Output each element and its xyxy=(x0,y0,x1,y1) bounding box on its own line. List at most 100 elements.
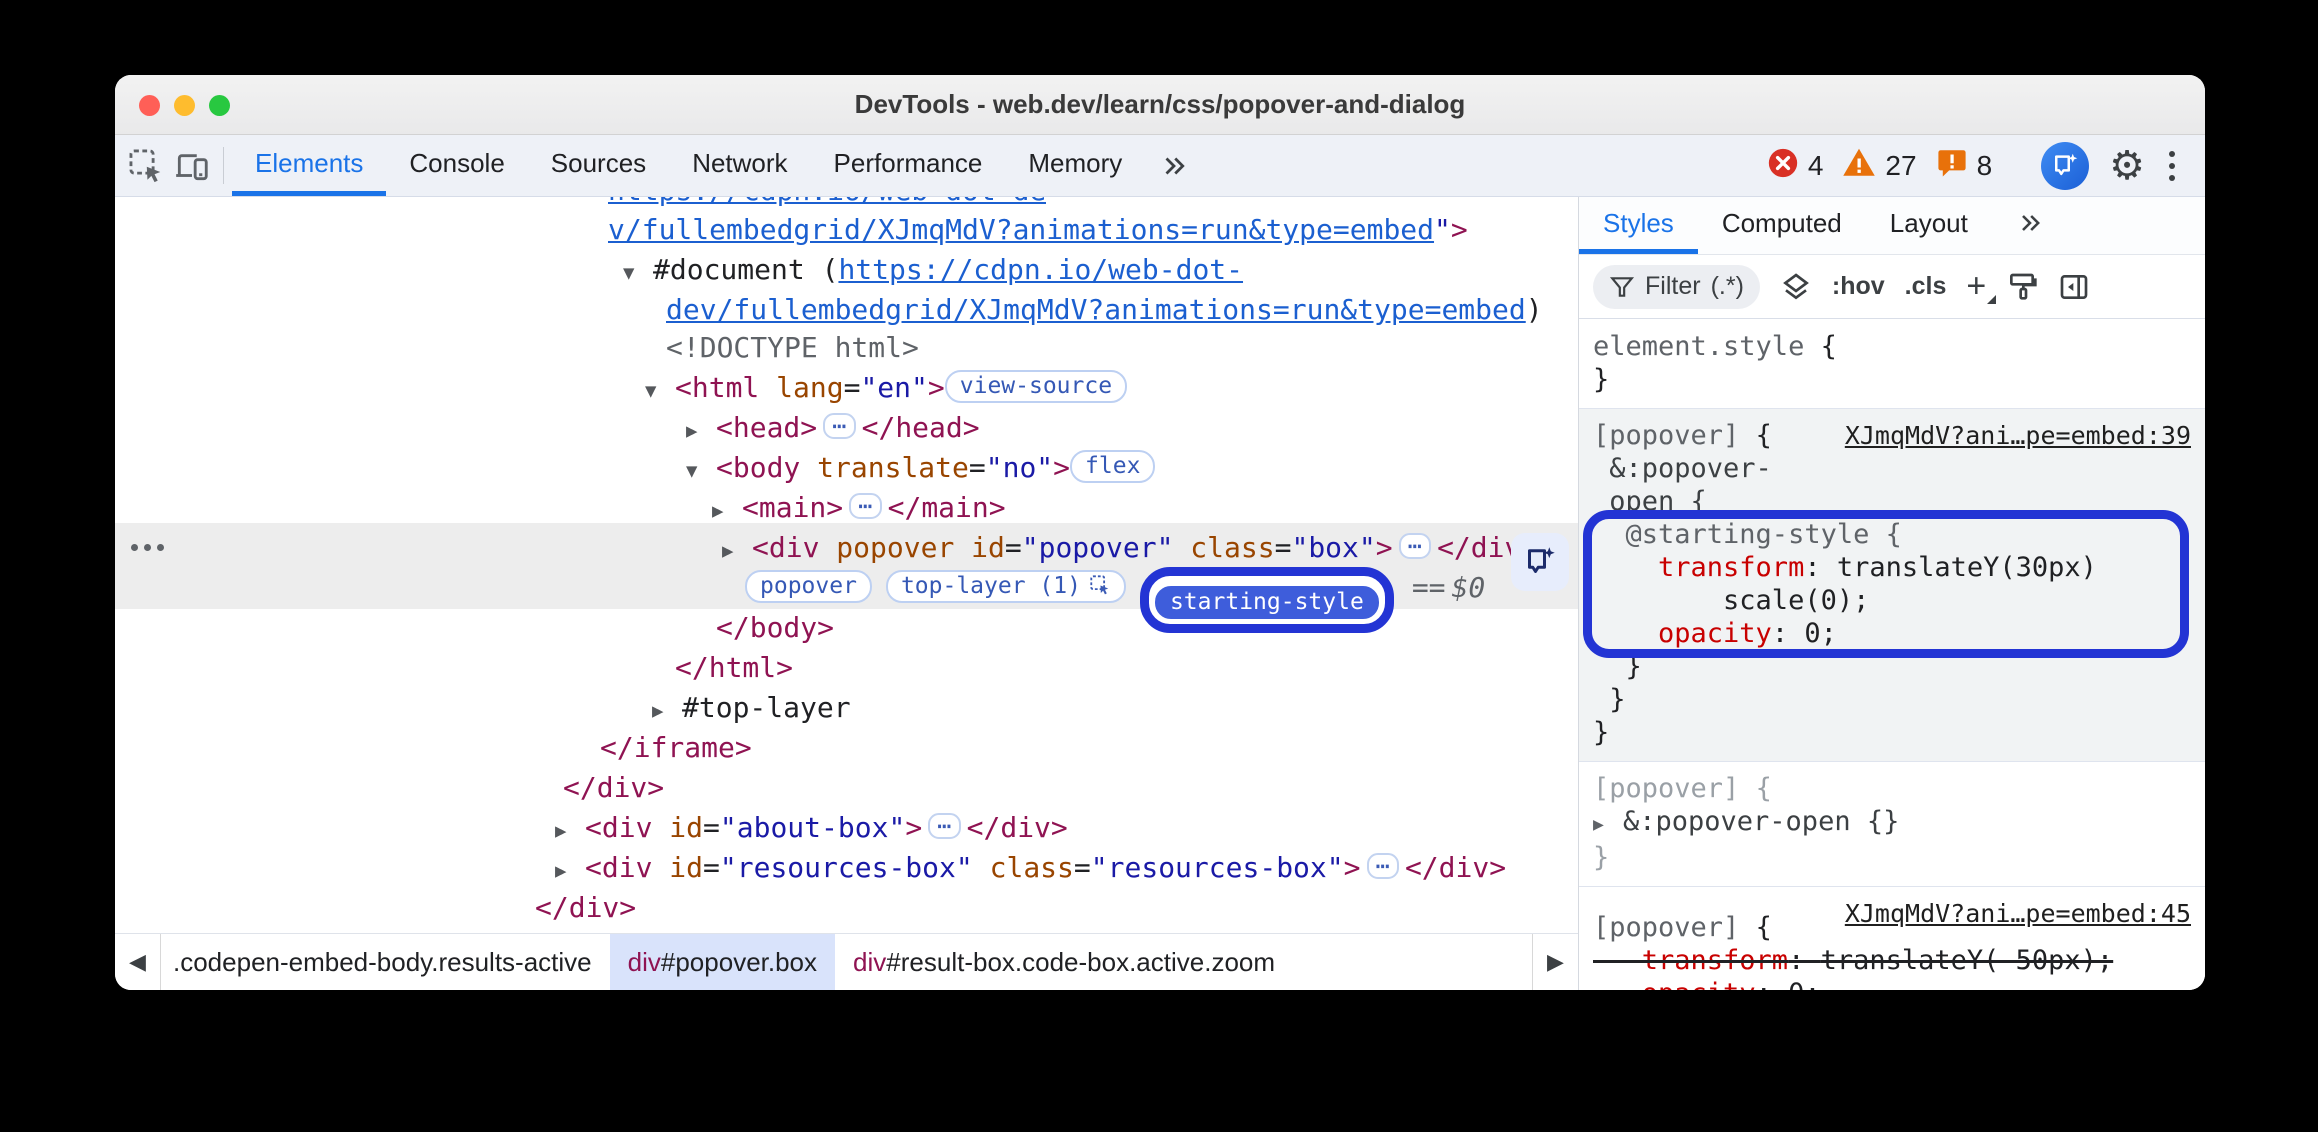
dom-tree-row[interactable]: ▶<head>⋯</head> xyxy=(686,408,980,448)
expand-inline-button[interactable]: ⋯ xyxy=(928,813,960,839)
sidebar-tab-computed[interactable]: Computed xyxy=(1698,197,1866,254)
dom-tree-row[interactable]: ▶<main>⋯</main> xyxy=(712,488,1006,528)
dom-tree-row[interactable]: <!DOCTYPE html> xyxy=(666,328,919,368)
style-rule-line[interactable]: opacity: 0; xyxy=(1593,617,2191,650)
expand-arrow-icon[interactable]: ▶ xyxy=(652,691,682,731)
style-rule-line[interactable]: scale(0); xyxy=(1593,584,2191,617)
resource-link[interactable]: v/fullembedgrid/XJmqMdV?animations=run&t… xyxy=(608,213,1434,246)
dom-tree-row[interactable]: ▶<div id="resources-box" class="resource… xyxy=(555,848,1506,888)
new-style-rule-button[interactable]: + xyxy=(1966,267,1986,306)
device-toolbar-icon[interactable] xyxy=(169,135,215,196)
sidebar-tab-styles[interactable]: Styles xyxy=(1579,197,1698,254)
tab-network[interactable]: Network xyxy=(669,135,810,196)
adorner-badge-popover[interactable]: popover xyxy=(745,570,872,603)
error-badge-icon[interactable] xyxy=(1766,146,1800,185)
breadcrumb-item[interactable]: div#popover.box xyxy=(610,934,835,990)
style-rule-line[interactable]: &:popover- xyxy=(1593,452,2191,485)
regex-toggle[interactable]: (.*) xyxy=(1711,272,1744,301)
expand-arrow-icon[interactable]: ▶ xyxy=(712,491,742,531)
expand-arrow-icon[interactable]: ▶ xyxy=(686,411,716,451)
style-rule-line[interactable]: open { xyxy=(1593,485,2191,518)
dom-tree-row[interactable]: ▼<html lang="en">view-source xyxy=(645,368,1141,408)
minimize-window-button[interactable] xyxy=(174,95,195,116)
breadcrumb-scroll-left-button[interactable]: ◀ xyxy=(115,934,161,990)
dom-tree-row[interactable]: v/fullembedgrid/XJmqMdV?animations=run&t… xyxy=(608,210,1468,250)
style-rule-line[interactable]: opacity: 0; xyxy=(1593,977,2191,990)
style-rule-line[interactable]: [popover] { xyxy=(1593,772,2191,805)
dom-tree-row[interactable]: popovertop-layer (1)starting-style==$0 xyxy=(745,568,1485,608)
close-window-button[interactable] xyxy=(139,95,160,116)
tab-elements[interactable]: Elements xyxy=(232,135,386,196)
style-rule-section[interactable]: XJmqMdV?ani…pe=embed:45[popover] { trans… xyxy=(1579,887,2205,990)
collapse-arrow-icon[interactable]: ▼ xyxy=(645,371,675,411)
adorner-badge-flex[interactable]: flex xyxy=(1070,450,1155,483)
dom-tree-row[interactable]: ▼#document (https://cdpn.io/web-dot- xyxy=(623,250,1243,290)
more-panels-button[interactable] xyxy=(1145,135,1203,196)
expand-inline-button[interactable]: ⋯ xyxy=(823,413,855,439)
toggle-element-state-button[interactable]: :hov xyxy=(1832,272,1885,301)
style-rule-line[interactable]: transform: translateY(30px) xyxy=(1593,551,2191,584)
more-sidebar-tabs-button[interactable] xyxy=(1992,197,2068,254)
adorner-badge-view-source[interactable]: view-source xyxy=(945,370,1127,403)
breadcrumb-item[interactable]: .codepen-embed-body.results-active xyxy=(161,934,610,990)
styles-filter-input[interactable]: Filter (.*) xyxy=(1593,265,1760,309)
collapse-arrow-icon[interactable]: ▼ xyxy=(686,451,716,491)
rendering-emulation-icon[interactable] xyxy=(2006,271,2038,303)
tab-memory[interactable]: Memory xyxy=(1005,135,1145,196)
style-rule-line[interactable]: ▶&:popover-open {} xyxy=(1593,805,2191,841)
expand-arrow-icon[interactable]: ▶ xyxy=(722,531,752,571)
breadcrumb-item[interactable]: div#result-box.code-box.active.zoom xyxy=(835,934,1293,990)
resource-link[interactable]: dev/fullembedgrid/XJmqMdV?animations=run… xyxy=(666,293,1526,326)
dom-tree-row[interactable]: ▶<div popover id="popover" class="box">⋯… xyxy=(722,528,1538,568)
style-rule-line[interactable]: } xyxy=(1593,841,2191,874)
stylesheet-source-link[interactable]: XJmqMdV?ani…pe=embed:39 xyxy=(1845,421,2191,450)
breadcrumb-scroll-right-button[interactable]: ▶ xyxy=(1532,934,1578,990)
expand-inline-button[interactable]: ⋯ xyxy=(849,493,881,519)
style-rule-line[interactable]: transform: translateY(-50px); xyxy=(1593,944,2191,977)
layers-icon[interactable] xyxy=(1780,271,1812,303)
expand-arrow-icon[interactable]: ▶ xyxy=(555,811,585,851)
dom-tree-row[interactable]: dev/fullembedgrid/XJmqMdV?animations=run… xyxy=(666,290,1543,330)
expand-arrow-icon[interactable]: ▶ xyxy=(1593,808,1623,841)
expand-inline-button[interactable]: ⋯ xyxy=(1367,853,1399,879)
dom-tree-row[interactable]: ▼<body translate="no">flex xyxy=(686,448,1169,488)
expand-inline-button[interactable]: ⋯ xyxy=(1399,533,1431,559)
style-rule-line[interactable]: } xyxy=(1593,716,2191,749)
style-rule-section[interactable]: [popover] {▶&:popover-open {}} xyxy=(1579,762,2205,887)
kebab-menu-icon[interactable] xyxy=(2155,151,2189,181)
inspect-icon[interactable] xyxy=(123,135,169,196)
style-rule-line[interactable]: @starting-style { xyxy=(1593,518,2191,551)
dock-sidebar-icon[interactable] xyxy=(2058,271,2090,303)
expand-arrow-icon[interactable]: ▶ xyxy=(555,851,585,891)
ai-assistant-chip[interactable] xyxy=(1511,533,1569,591)
resource-link[interactable]: https://cdpn.io/web-dot- xyxy=(838,253,1243,286)
dom-tree-row[interactable]: </div> xyxy=(563,768,664,808)
style-rule-line[interactable]: } xyxy=(1593,650,2191,683)
ai-assistant-icon[interactable] xyxy=(2041,142,2089,190)
dom-tree-row[interactable]: </html> xyxy=(675,648,793,688)
sidebar-tab-layout[interactable]: Layout xyxy=(1866,197,1992,254)
tab-sources[interactable]: Sources xyxy=(528,135,669,196)
resource-link[interactable]: https://cdpn.io/web-dot-de xyxy=(608,197,1046,207)
element-classes-button[interactable]: .cls xyxy=(1905,272,1947,301)
style-rule-line[interactable]: } xyxy=(1593,363,2191,396)
adorner-badge-starting-style[interactable]: starting-style xyxy=(1155,586,1379,619)
stylesheet-source-link[interactable]: XJmqMdV?ani…pe=embed:45 xyxy=(1845,899,2191,928)
warning-badge-icon[interactable] xyxy=(1841,145,1877,186)
dom-tree-row[interactable]: ▶#top-layer xyxy=(652,688,851,728)
tab-performance[interactable]: Performance xyxy=(811,135,1006,196)
gear-icon[interactable]: ⚙ xyxy=(2109,146,2145,186)
adorner-badge-top-layer[interactable]: top-layer (1) xyxy=(886,570,1126,603)
style-rule-section[interactable]: XJmqMdV?ani…pe=embed:39[popover] { &:pop… xyxy=(1579,409,2205,762)
style-rule-section[interactable]: element.style {} xyxy=(1579,320,2205,409)
tab-console[interactable]: Console xyxy=(386,135,527,196)
issues-badge-icon[interactable] xyxy=(1935,146,1969,185)
zoom-window-button[interactable] xyxy=(209,95,230,116)
style-rule-line[interactable]: element.style { xyxy=(1593,330,2191,363)
dom-tree-row[interactable]: </div> xyxy=(535,888,636,928)
dom-tree-row[interactable]: </body> xyxy=(716,608,834,648)
style-rule-line[interactable]: } xyxy=(1593,683,2191,716)
collapse-arrow-icon[interactable]: ▼ xyxy=(623,253,653,293)
dom-tree-row[interactable]: ▶<div id="about-box">⋯</div> xyxy=(555,808,1068,848)
dom-tree-row[interactable]: </iframe> xyxy=(600,728,752,768)
